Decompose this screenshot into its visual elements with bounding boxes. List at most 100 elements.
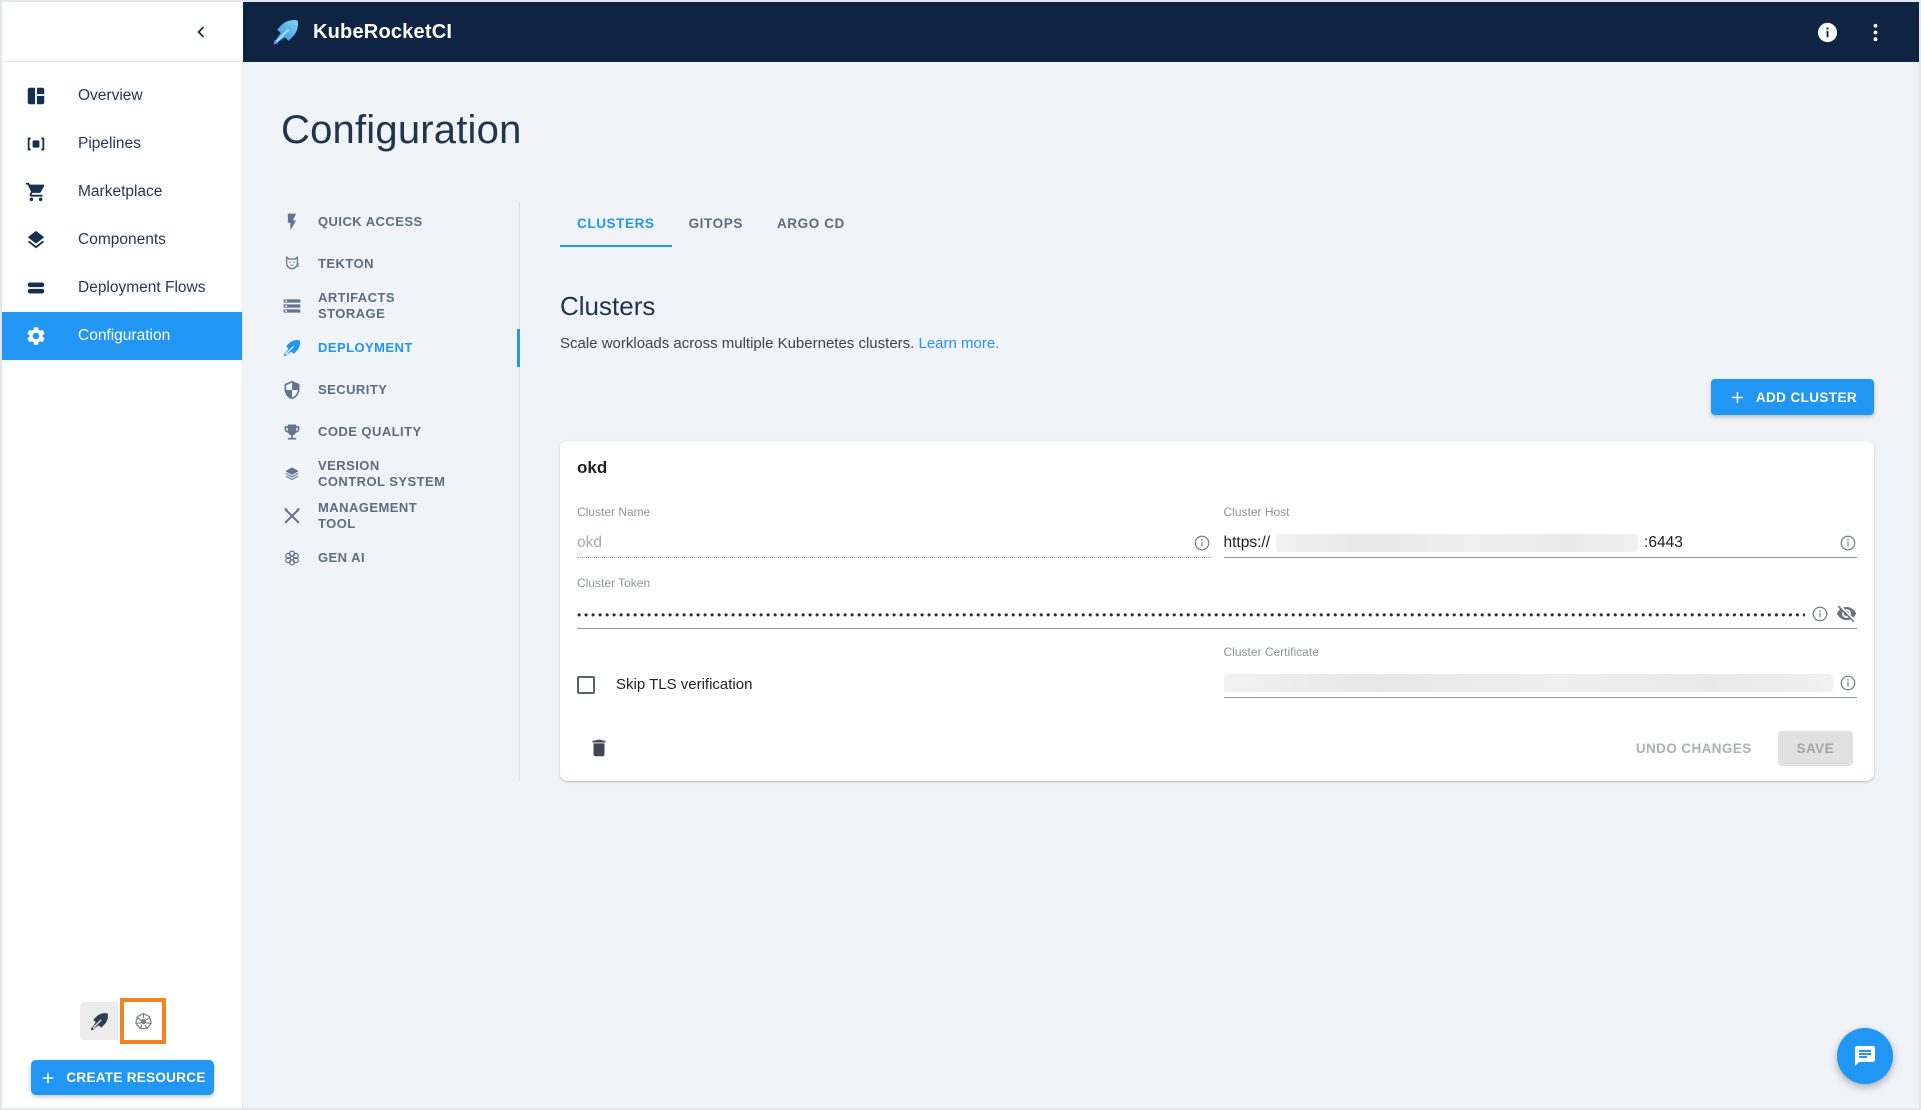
learn-more-link[interactable]: Learn more. xyxy=(919,335,1000,352)
trash-icon xyxy=(588,737,610,759)
plus-icon xyxy=(39,1069,57,1087)
cluster-certificate-input[interactable] xyxy=(1223,668,1857,698)
topbar: KubeRocketCI xyxy=(2,2,1919,62)
delete-cluster-button[interactable] xyxy=(581,730,617,766)
info-icon xyxy=(1816,21,1839,44)
quill-icon xyxy=(89,1011,110,1032)
tabs: CLUSTERS GITOPS ARGO CD xyxy=(560,201,1874,247)
app-root: KubeRocketCI Overview Pipelines Marketpl… xyxy=(0,0,1921,1110)
tab-argo-cd[interactable]: ARGO CD xyxy=(760,201,862,247)
subnav-item-management-tool[interactable]: MANAGEMENT TOOL xyxy=(281,495,499,537)
sidebar-item-label: Overview xyxy=(78,87,143,104)
trophy-icon xyxy=(281,421,303,443)
tools-icon xyxy=(281,505,303,527)
sidebar-item-deployment-flows[interactable]: Deployment Flows xyxy=(2,264,242,312)
cluster-name-label: Cluster Name xyxy=(577,505,651,519)
cluster-host-label: Cluster Host xyxy=(1223,505,1290,519)
undo-changes-button[interactable]: UNDO CHANGES xyxy=(1625,732,1763,765)
cluster-token-input[interactable]: ••••••••••••••••••••••••••••••••••••••••… xyxy=(577,599,1857,629)
cluster-token-field: Cluster Token ••••••••••••••••••••••••••… xyxy=(577,576,1857,629)
annotation-highlight xyxy=(120,998,166,1044)
redacted-certificate-value xyxy=(1223,673,1833,692)
add-cluster-button[interactable]: ADD CLUSTER xyxy=(1710,379,1874,415)
cluster-host-field: Cluster Host https:// :6443 xyxy=(1223,505,1857,558)
sidebar-item-components[interactable]: Components xyxy=(2,216,242,264)
section-heading: Clusters xyxy=(560,291,656,321)
flows-icon xyxy=(24,276,48,300)
cluster-certificate-field: Cluster Certificate xyxy=(1223,645,1857,698)
cluster-card-title: okd xyxy=(577,458,608,477)
topbar-main: KubeRocketCI xyxy=(243,2,1919,62)
section-description: Scale workloads across multiple Kubernet… xyxy=(560,335,1000,352)
subnav-item-gen-ai[interactable]: GEN AI xyxy=(281,537,499,579)
kebab-menu-icon xyxy=(1864,21,1887,44)
cluster-token-label: Cluster Token xyxy=(577,576,651,590)
save-button[interactable]: SAVE xyxy=(1777,730,1853,766)
info-tooltip-icon[interactable] xyxy=(1839,674,1857,692)
kubernetes-icon xyxy=(133,1011,154,1032)
skip-tls-label: Skip TLS verification xyxy=(616,676,753,693)
storage-icon xyxy=(281,295,303,317)
skip-tls-row: Skip TLS verification xyxy=(577,671,1211,698)
sidebar-item-overview[interactable]: Overview xyxy=(2,72,242,120)
subnav-item-security[interactable]: SECURITY xyxy=(281,369,499,411)
kubernetes-view-button[interactable] xyxy=(124,1002,162,1040)
info-button[interactable] xyxy=(1807,12,1847,52)
flash-icon xyxy=(281,211,303,233)
tab-clusters[interactable]: CLUSTERS xyxy=(560,201,672,247)
cluster-name-input[interactable]: okd xyxy=(577,528,1211,558)
sidebar-footer: CREATE RESOURCE xyxy=(2,998,242,1108)
subnav-item-code-quality[interactable]: CODE QUALITY xyxy=(281,411,499,453)
sidebar-item-label: Marketplace xyxy=(78,183,163,200)
sidebar-item-pipelines[interactable]: Pipelines xyxy=(2,120,242,168)
sidebar-collapse-button[interactable] xyxy=(183,14,219,50)
pipelines-icon xyxy=(24,132,48,156)
main-content: Configuration QUICK ACCESS TEKTON ARTIFA… xyxy=(243,62,1919,1108)
subnav-item-deployment[interactable]: DEPLOYMENT xyxy=(281,327,520,369)
drawer-header xyxy=(2,2,243,62)
layers-icon xyxy=(24,228,48,252)
shield-icon xyxy=(281,379,303,401)
plus-icon xyxy=(1728,388,1747,407)
sidebar-item-label: Configuration xyxy=(78,327,171,344)
sidebar-item-label: Components xyxy=(78,231,166,248)
cluster-card: okd Cluster Name okd Cluster Host https:… xyxy=(560,441,1874,781)
chat-fab-button[interactable] xyxy=(1837,1028,1893,1084)
card-actions: UNDO CHANGES SAVE xyxy=(577,730,1857,766)
app-title: KubeRocketCI xyxy=(313,20,453,43)
kuberocketci-logo-icon[interactable] xyxy=(271,17,301,47)
chat-icon xyxy=(1853,1044,1877,1068)
cluster-name-field: Cluster Name okd xyxy=(577,505,1211,558)
configuration-subnav: QUICK ACCESS TEKTON ARTIFACTS STORAGE DE… xyxy=(281,201,520,781)
sidebar-item-label: Deployment Flows xyxy=(78,279,206,296)
stack-icon xyxy=(281,463,303,485)
cluster-host-input[interactable]: https:// :6443 xyxy=(1223,528,1857,558)
chevron-left-icon xyxy=(190,21,212,43)
rocket-quill-icon xyxy=(281,337,303,359)
cart-icon xyxy=(24,180,48,204)
create-resource-button[interactable]: CREATE RESOURCE xyxy=(31,1060,214,1095)
kebab-menu-button[interactable] xyxy=(1855,12,1895,52)
quill-theme-button[interactable] xyxy=(80,1002,118,1040)
sidebar-item-marketplace[interactable]: Marketplace xyxy=(2,168,242,216)
subnav-item-artifacts-storage[interactable]: ARTIFACTS STORAGE xyxy=(281,285,499,327)
sidebar-item-label: Pipelines xyxy=(78,135,141,152)
cluster-certificate-label: Cluster Certificate xyxy=(1223,645,1319,659)
info-tooltip-icon[interactable] xyxy=(1811,605,1829,623)
redacted-host-value xyxy=(1276,533,1639,552)
visibility-off-icon[interactable] xyxy=(1835,603,1857,625)
masked-token-value: ••••••••••••••••••••••••••••••••••••••••… xyxy=(577,608,1805,621)
info-tooltip-icon[interactable] xyxy=(1839,534,1857,552)
skip-tls-checkbox[interactable] xyxy=(577,675,595,694)
create-resource-label: CREATE RESOURCE xyxy=(66,1070,206,1085)
page-title: Configuration xyxy=(281,108,522,152)
tab-gitops[interactable]: GITOPS xyxy=(672,201,760,247)
subnav-item-quick-access[interactable]: QUICK ACCESS xyxy=(281,201,499,243)
sidebar-item-configuration[interactable]: Configuration xyxy=(2,312,242,360)
genai-icon xyxy=(281,547,303,569)
sidebar: Overview Pipelines Marketplace Component… xyxy=(2,62,243,1108)
info-tooltip-icon[interactable] xyxy=(1193,534,1211,552)
subnav-item-version-control-system[interactable]: VERSION CONTROL SYSTEM xyxy=(281,453,499,495)
subnav-item-tekton[interactable]: TEKTON xyxy=(281,243,499,285)
dashboard-icon xyxy=(24,84,48,108)
